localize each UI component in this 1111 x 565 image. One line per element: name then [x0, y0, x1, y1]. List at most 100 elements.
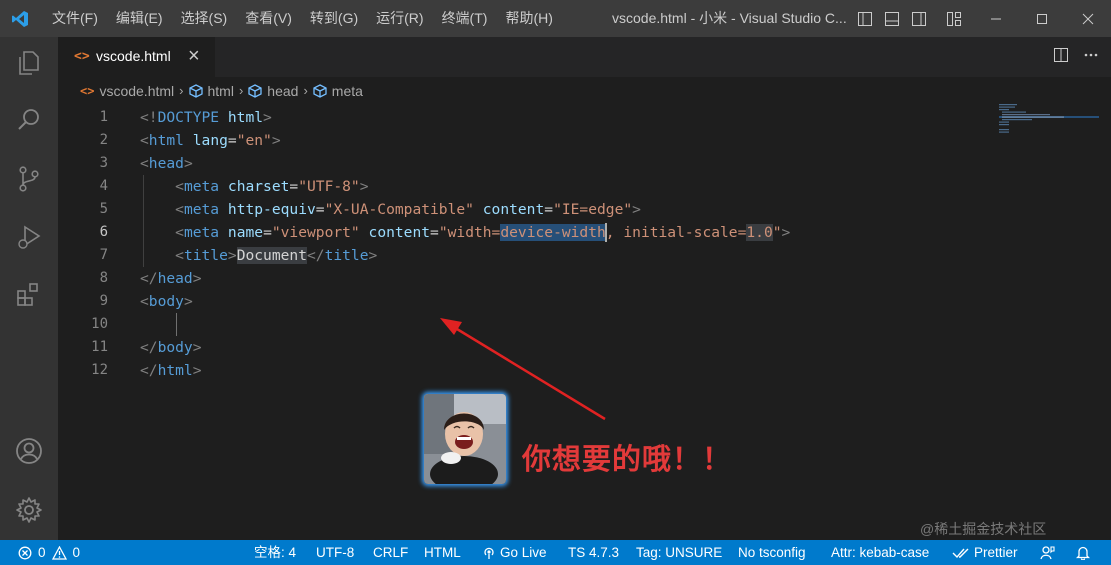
status-bar: 0 0 空格: 4 UTF-8 CRLF HTML Go Live TS 4.7… [0, 540, 1111, 565]
run-debug-icon[interactable] [0, 213, 58, 261]
toggle-sidebar-icon[interactable] [855, 9, 874, 28]
prettier-label: Prettier [974, 545, 1018, 560]
code-line[interactable]: <meta charset="UTF-8"> [140, 175, 368, 198]
code-line[interactable]: </body> [140, 336, 202, 359]
more-actions-icon[interactable] [1083, 47, 1099, 68]
code-line[interactable]: </head> [140, 267, 202, 290]
breadcrumb-meta[interactable]: meta [313, 83, 363, 99]
element-cube-icon [313, 83, 327, 98]
code-token: = [315, 201, 325, 218]
code-line[interactable]: <title>Document</title> [140, 244, 377, 267]
window-title: vscode.html - 小米 - Visual Studio C... [612, 10, 847, 26]
menu-help[interactable]: 帮助(H) [496, 0, 561, 37]
minimap[interactable] [999, 104, 1099, 144]
code-line[interactable]: <html lang="en"> [140, 129, 281, 152]
explorer-icon[interactable] [0, 39, 58, 87]
html-file-icon: <> [80, 83, 95, 98]
code-line[interactable]: <meta http-equiv="X-UA-Compatible" conte… [140, 198, 641, 221]
code-token: > [227, 247, 237, 264]
code-token: > [183, 155, 193, 172]
code-token: < [175, 178, 184, 195]
extensions-icon[interactable] [0, 271, 58, 319]
notifications-bell-icon[interactable] [1076, 540, 1090, 565]
settings-gear-icon[interactable] [0, 486, 58, 534]
title-bar: 文件(F) 编辑(E) 选择(S) 查看(V) 转到(G) 运行(R) 终端(T… [0, 0, 1111, 37]
go-live-button[interactable]: Go Live [482, 540, 547, 565]
code-token: head [148, 155, 184, 172]
tag-case-status[interactable]: Tag: UNSURE [636, 540, 722, 565]
menu-edit[interactable]: 编辑(E) [107, 0, 172, 37]
code-token: , initial-scale= [605, 224, 747, 241]
indentation-status[interactable]: 空格: 4 [254, 540, 296, 565]
code-token: head [157, 270, 193, 287]
tsconfig-status[interactable]: No tsconfig [738, 540, 806, 565]
code-line[interactable]: <!DOCTYPE html> [140, 106, 272, 129]
code-token: > [192, 339, 202, 356]
code-token: html [157, 362, 193, 379]
problems-indicator[interactable]: 0 0 [18, 540, 80, 565]
error-count: 0 [38, 545, 46, 560]
feedback-icon[interactable] [1040, 540, 1055, 565]
split-editor-icon[interactable] [1053, 47, 1069, 68]
menu-bar: 文件(F) 编辑(E) 选择(S) 查看(V) 转到(G) 运行(R) 终端(T… [40, 0, 562, 37]
code-token: content [368, 224, 431, 241]
menu-run[interactable]: 运行(R) [367, 0, 432, 37]
code-token: = [289, 178, 299, 195]
maximize-icon[interactable] [1019, 0, 1065, 37]
menu-view[interactable]: 查看(V) [236, 0, 301, 37]
chevron-right-icon: › [303, 83, 308, 98]
warning-icon [51, 545, 67, 560]
code-token: content [482, 201, 545, 218]
line-ending-status[interactable]: CRLF [373, 540, 408, 565]
code-token: meta [183, 224, 220, 241]
code-token: <! [140, 109, 158, 126]
code-line[interactable]: <head> [140, 152, 193, 175]
minimize-icon[interactable] [973, 0, 1019, 37]
code-token: DOCTYPE [157, 109, 220, 126]
line-number: 8 [99, 270, 108, 286]
code-token: http-equiv [227, 201, 316, 218]
code-token: lang [192, 132, 228, 149]
attr-case-status[interactable]: Attr: kebab-case [831, 540, 929, 565]
error-icon [18, 546, 32, 559]
code-token: device-width [500, 224, 606, 241]
line-number: 3 [99, 155, 108, 171]
code-line[interactable]: </html> [140, 359, 202, 382]
typescript-version-status[interactable]: TS 4.7.3 [568, 540, 619, 565]
menu-file[interactable]: 文件(F) [40, 0, 107, 37]
code-line[interactable]: <meta name="viewport" content="width=dev… [140, 221, 790, 244]
breadcrumb-file[interactable]: <> vscode.html [80, 83, 174, 99]
element-cube-icon [188, 83, 203, 98]
breadcrumb-head[interactable]: head [248, 83, 298, 99]
breadcrumb-html[interactable]: html [188, 83, 234, 99]
menu-terminal[interactable]: 终端(T) [433, 0, 497, 37]
watermark: @稀土掘金技术社区 [920, 521, 1047, 537]
code-token: title [183, 247, 228, 264]
code-token: " [772, 224, 782, 241]
search-icon[interactable] [0, 96, 58, 144]
source-control-icon[interactable] [0, 155, 58, 203]
line-number: 5 [99, 201, 108, 217]
close-window-icon[interactable] [1065, 0, 1111, 37]
code-token: > [781, 224, 791, 241]
code-token: title [324, 247, 369, 264]
toggle-secondary-sidebar-icon[interactable] [909, 9, 928, 28]
tab-vscode-html[interactable]: <> vscode.html × [58, 37, 215, 77]
prettier-status[interactable]: Prettier [952, 540, 1018, 565]
code-line[interactable]: <body> [140, 290, 193, 313]
breadcrumb-meta-label: meta [331, 82, 363, 99]
customize-layout-icon[interactable] [944, 9, 963, 28]
account-icon[interactable] [0, 427, 58, 475]
language-mode-status[interactable]: HTML [424, 540, 461, 565]
menu-go[interactable]: 转到(G) [301, 0, 367, 37]
close-tab-icon[interactable]: × [188, 45, 200, 67]
line-number: 7 [99, 247, 108, 263]
menu-selection[interactable]: 选择(S) [172, 0, 237, 37]
encoding-status[interactable]: UTF-8 [316, 540, 354, 565]
toggle-panel-icon[interactable] [882, 9, 901, 28]
